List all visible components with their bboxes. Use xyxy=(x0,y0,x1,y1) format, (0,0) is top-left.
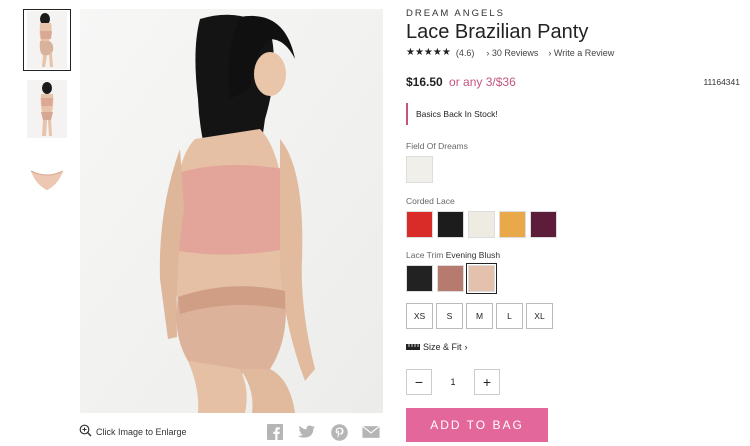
size-fit-text: Size & Fit xyxy=(423,342,462,352)
star-rating-icon[interactable]: ★★★★★ xyxy=(406,47,451,58)
rating-row: ★★★★★ (4.6) › 30 Reviews › Write a Revie… xyxy=(406,47,614,58)
facebook-icon[interactable] xyxy=(266,423,284,441)
size-option-xl[interactable]: XL xyxy=(526,303,553,329)
quantity-value[interactable]: 1 xyxy=(432,377,474,387)
stock-notice: Basics Back In Stock! xyxy=(406,103,498,125)
share-buttons xyxy=(266,423,380,441)
swatch-group-label-1: Field Of Dreams xyxy=(406,141,468,151)
quantity-increase-button[interactable]: + xyxy=(474,369,500,395)
swatch-group-label-2: Corded Lace xyxy=(406,196,455,206)
enlarge-hint[interactable]: Click Image to Enlarge xyxy=(79,424,187,439)
size-option-s[interactable]: S xyxy=(436,303,463,329)
quantity-decrease-button[interactable]: − xyxy=(406,369,432,395)
write-review-link[interactable]: › Write a Review xyxy=(548,48,614,58)
swatch-corded-lace-ivory[interactable] xyxy=(468,211,495,238)
swatch-corded-lace-black[interactable] xyxy=(437,211,464,238)
swatch-lace-trim-evening-blush[interactable] xyxy=(466,263,497,294)
swatch-corded-lace-orange[interactable] xyxy=(499,211,526,238)
thumbnail-back-view[interactable] xyxy=(23,9,71,71)
sku-number: 11164341 xyxy=(703,77,740,87)
swatch-row-lace-trim xyxy=(406,263,497,294)
zoom-icon xyxy=(79,424,92,439)
swatch-lace-trim-rose[interactable] xyxy=(437,265,464,292)
chevron-right-icon: › xyxy=(464,342,468,352)
stock-notice-text: Basics Back In Stock! xyxy=(416,109,498,119)
pinterest-icon[interactable] xyxy=(330,423,348,441)
price-row: $16.50 or any 3/$36 xyxy=(406,75,516,89)
email-icon[interactable] xyxy=(362,423,380,441)
thumbnail-front-view[interactable] xyxy=(23,78,71,140)
thumbnail-list xyxy=(23,9,71,216)
swatch-corded-lace-red[interactable] xyxy=(406,211,433,238)
swatch-row-corded-lace xyxy=(406,211,557,238)
rating-value: (4.6) xyxy=(455,47,475,58)
selected-color-name: Evening Blush xyxy=(445,250,501,260)
swatch-group-name: Lace Trim xyxy=(406,250,444,260)
product-title: Lace Brazilian Panty xyxy=(406,21,589,43)
thumbnail-product-view[interactable] xyxy=(23,147,71,209)
quantity-stepper: − 1 + xyxy=(406,369,500,395)
swatch-field-of-dreams[interactable] xyxy=(406,156,433,183)
swatch-group-name: Corded Lace xyxy=(406,196,455,206)
write-review-text: Write a Review xyxy=(553,47,615,58)
reviews-link[interactable]: › 30 Reviews xyxy=(486,48,538,58)
reviews-link-text: 30 Reviews xyxy=(491,47,539,58)
ruler-icon xyxy=(406,342,420,352)
promo-offer[interactable]: or any 3/$36 xyxy=(449,75,516,89)
price: $16.50 xyxy=(406,75,443,89)
swatch-group-label-3: Lace Trim Evening Blush xyxy=(406,250,500,260)
size-fit-link[interactable]: Size & Fit › xyxy=(406,342,468,352)
size-option-m[interactable]: M xyxy=(466,303,493,329)
main-product-image[interactable] xyxy=(80,9,383,413)
brand-name[interactable]: DREAM ANGELS xyxy=(406,8,505,19)
swatch-row-field-of-dreams xyxy=(406,156,433,183)
size-option-xs[interactable]: XS xyxy=(406,303,433,329)
size-option-l[interactable]: L xyxy=(496,303,523,329)
size-selector: XS S M L XL xyxy=(406,303,553,329)
swatch-corded-lace-plum[interactable] xyxy=(530,211,557,238)
swatch-lace-trim-black[interactable] xyxy=(406,265,433,292)
swatch-group-name: Field Of Dreams xyxy=(406,141,468,151)
add-to-bag-button[interactable]: ADD TO BAG xyxy=(406,408,548,442)
enlarge-text: Click Image to Enlarge xyxy=(96,426,187,437)
twitter-icon[interactable] xyxy=(298,423,316,441)
